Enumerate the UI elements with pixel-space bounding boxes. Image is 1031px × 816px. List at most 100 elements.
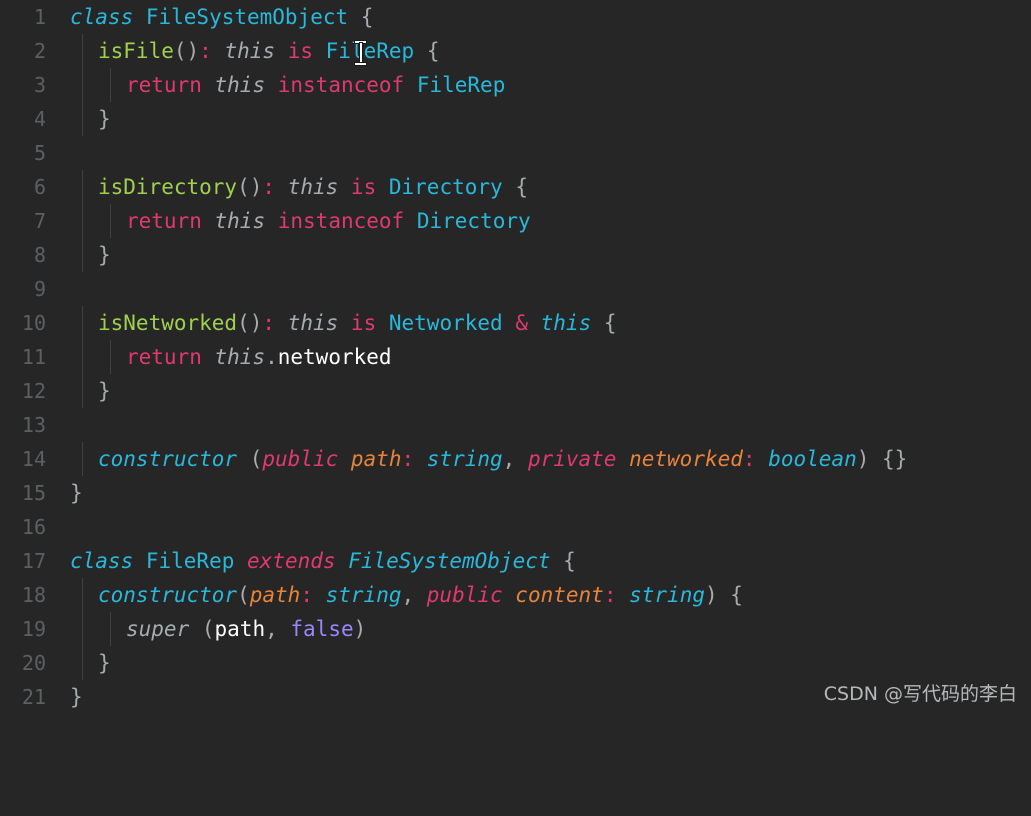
code-line[interactable]: 9 (0, 272, 1031, 306)
code-line[interactable]: 6 isDirectory(): this is Directory { (0, 170, 1031, 204)
line-number: 8 (33, 243, 46, 267)
code-line-content[interactable]: constructor (public path: string, privat… (98, 442, 907, 476)
code-token: isNetworked (98, 311, 238, 335)
code-token: is (350, 311, 377, 335)
indent-guide (82, 102, 83, 136)
code-token: FileRep (325, 39, 415, 63)
code-line[interactable]: 20 } (0, 646, 1031, 680)
code-line-content[interactable]: } (98, 102, 111, 136)
code-line[interactable]: 16 (0, 510, 1031, 544)
code-line-content[interactable]: isDirectory(): this is Directory { (98, 170, 528, 204)
code-line[interactable]: 18 constructor(path: string, public cont… (0, 578, 1031, 612)
code-token: false (290, 617, 354, 641)
code-token: return (126, 345, 202, 369)
code-line[interactable]: 19 super (path, false) (0, 612, 1031, 646)
code-line[interactable]: 2 isFile(): this is FileRep { (0, 34, 1031, 68)
code-line[interactable]: 10 isNetworked(): this is Networked & th… (0, 306, 1031, 340)
code-token: is (350, 175, 377, 199)
code-line-content[interactable]: } (98, 238, 111, 272)
code-token: : (742, 447, 756, 471)
code-token: Directory (388, 175, 503, 199)
line-number: 15 (21, 481, 46, 505)
code-line-content[interactable]: } (70, 476, 83, 510)
line-number: 20 (21, 651, 46, 675)
code-line-content[interactable]: class FileSystemObject { (70, 0, 373, 34)
code-line-content[interactable]: return this.networked (126, 340, 392, 374)
line-number: 21 (21, 685, 46, 709)
code-line-content[interactable]: } (70, 680, 83, 714)
code-line-content[interactable]: return this instanceof FileRep (126, 68, 505, 102)
code-token: ) { (704, 583, 743, 607)
code-editor[interactable]: 1 class FileSystemObject { 2 isFile(): t… (0, 0, 1031, 714)
code-line[interactable]: 5 (0, 136, 1031, 170)
line-number: 3 (33, 73, 46, 97)
code-token: extends (247, 549, 336, 573)
code-line[interactable]: 1 class FileSystemObject { (0, 0, 1031, 34)
code-line[interactable]: 14 constructor (public path: string, pri… (0, 442, 1031, 476)
code-token: FileSystemObject (145, 5, 349, 29)
code-line-content[interactable]: } (98, 646, 111, 680)
indent-guide (82, 646, 83, 680)
code-token: ) {} (856, 447, 908, 471)
code-token: } (98, 379, 111, 403)
code-token: this (214, 345, 266, 369)
code-token: this (540, 311, 592, 335)
line-number: 5 (33, 141, 46, 165)
code-token: ( (189, 617, 215, 641)
code-token: return (126, 73, 202, 97)
code-line[interactable]: 8 } (0, 238, 1031, 272)
code-line-content[interactable]: class FileRep extends FileSystemObject { (70, 544, 576, 578)
line-number: 1 (33, 5, 46, 29)
code-token: networked (277, 345, 392, 369)
code-token: isFile (98, 39, 174, 63)
code-line-content[interactable]: constructor(path: string, public content… (98, 578, 743, 612)
code-token: instanceof (277, 209, 405, 233)
code-line-content[interactable]: super (path, false) (126, 612, 366, 646)
indent-guide (82, 34, 83, 68)
line-number: 14 (21, 447, 46, 471)
code-token: this (214, 73, 266, 97)
code-line[interactable]: 4 } (0, 102, 1031, 136)
code-line[interactable]: 17 class FileRep extends FileSystemObjec… (0, 544, 1031, 578)
code-token: is (287, 39, 313, 63)
code-line-content[interactable]: return this instanceof Directory (126, 204, 531, 238)
code-token: content (515, 583, 604, 607)
code-token: networked (629, 447, 743, 471)
code-token: class (70, 5, 146, 29)
code-token: : (300, 583, 313, 607)
code-line-content[interactable]: isNetworked(): this is Networked & this … (98, 306, 617, 340)
line-number: 16 (21, 515, 46, 539)
code-token: } (98, 107, 111, 131)
indent-guide (82, 170, 83, 204)
code-line[interactable]: 15 } (0, 476, 1031, 510)
watermark: CSDN @写代码的李白 (823, 683, 1017, 705)
code-token: FileSystemObject (348, 549, 551, 573)
indent-guide (110, 204, 111, 238)
code-token: FileRep (416, 73, 506, 97)
code-line[interactable]: 11 return this.networked (0, 340, 1031, 374)
code-line-content[interactable]: } (98, 374, 111, 408)
code-line[interactable]: 3 return this instanceof FileRep (0, 68, 1031, 102)
code-token: path (249, 583, 301, 607)
code-line[interactable]: 13 (0, 408, 1031, 442)
code-line[interactable]: 7 return this instanceof Directory (0, 204, 1031, 238)
indent-guide (110, 340, 111, 374)
code-token: : (262, 311, 276, 335)
code-token: ( (237, 447, 263, 471)
indent-guide (110, 612, 111, 646)
code-line[interactable]: 12 } (0, 374, 1031, 408)
code-line-content[interactable]: isFile(): this is FileRep { (98, 34, 439, 68)
indent-guide (82, 340, 83, 374)
line-number: 17 (21, 549, 46, 573)
code-token: return (126, 209, 202, 233)
